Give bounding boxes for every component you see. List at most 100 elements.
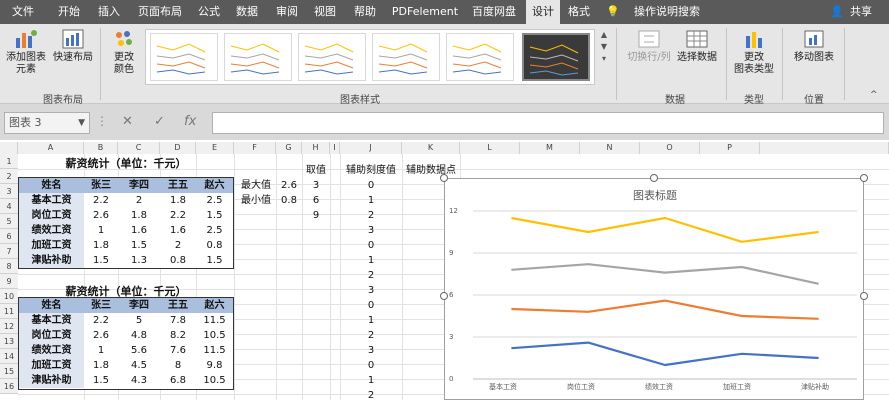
table1-header-name[interactable]: 姓名 [19,178,84,193]
table1-cell[interactable]: 1.8 [84,238,118,253]
take-header[interactable]: 取值 [302,163,330,178]
row-header[interactable]: 14 [0,349,18,364]
table2-cell[interactable]: 6.8 [160,373,196,388]
resize-handle[interactable] [860,174,868,182]
table2-cell[interactable]: 11.5 [196,313,233,328]
row-header[interactable]: 2 [0,169,18,184]
series-line-4[interactable] [511,216,819,243]
aux-scale-cell[interactable]: 1 [340,373,402,388]
tell-me-search[interactable]: 操作说明搜索 [622,0,712,24]
table2-row-label[interactable]: 绩效工资 [19,343,84,358]
min-label[interactable]: 最小值 [236,193,276,208]
take-cell[interactable]: 6 [302,193,330,208]
aux-scale-cell[interactable]: 2 [340,208,402,223]
table2-cell[interactable]: 10.5 [196,328,233,343]
table1-cell[interactable]: 2 [118,193,160,208]
table2-cell[interactable]: 2.6 [84,328,118,343]
column-header[interactable]: N [580,142,640,154]
column-header[interactable]: E [196,142,234,154]
aux-scale-cell[interactable]: 2 [340,268,402,283]
table1-header[interactable]: 李四 [118,178,160,193]
move-chart-button[interactable]: 移动图表 [788,28,840,64]
table2-header-name[interactable]: 姓名 [19,298,84,313]
quick-layout-button[interactable]: 快速布局 [50,28,96,64]
aux-scale-cell[interactable]: 3 [340,343,402,358]
chart-style-3[interactable] [298,33,366,81]
column-header[interactable]: G [276,142,302,154]
tab-page-layout[interactable]: 页面布局 [134,0,186,24]
tab-formulas[interactable]: 公式 [192,0,226,24]
chevron-up-icon[interactable]: ▲ [601,30,607,39]
switch-row-column-button[interactable]: 切换行/列 [622,28,676,64]
table2-header[interactable]: 赵六 [196,298,233,313]
aux-scale-cell[interactable]: 1 [340,313,402,328]
column-header[interactable]: M [520,142,580,154]
max-label[interactable]: 最大值 [236,178,276,193]
row-header[interactable]: 10 [0,289,18,304]
table1-cell[interactable]: 2.2 [160,208,196,223]
aux-scale-cell[interactable]: 0 [340,178,402,193]
table2-row-label[interactable]: 加班工资 [19,358,84,373]
table2-cell[interactable]: 5 [118,313,160,328]
tab-data[interactable]: 数据 [230,0,264,24]
row-header[interactable]: 6 [0,229,18,244]
table1-cell[interactable]: 1.5 [84,253,118,268]
table2-cell[interactable]: 11.5 [196,343,233,358]
resize-handle-icon[interactable]: ⋮ [96,114,108,128]
table2-cell[interactable]: 10.5 [196,373,233,388]
table1-row-label[interactable]: 岗位工资 [19,208,84,223]
row-header[interactable]: 12 [0,319,18,334]
aux-scale-cell[interactable]: 2 [340,388,402,403]
line-chart[interactable]: 图表标题 12 9 6 3 0 基本工资 岗位工资 绩效工资 加班工资 津贴补助 [444,178,864,400]
table2-header[interactable]: 张三 [84,298,118,313]
chart-style-2[interactable] [224,33,292,81]
row-header[interactable]: 15 [0,364,18,379]
aux-scale-cell[interactable]: 3 [340,283,402,298]
aux-scale-cell[interactable]: 1 [340,253,402,268]
chart-style-4[interactable] [372,33,440,81]
table1-header[interactable]: 张三 [84,178,118,193]
table1-cell[interactable]: 0.8 [160,253,196,268]
table1-title[interactable]: 薪资统计（单位：千元） [18,156,234,171]
column-header[interactable]: B [84,142,118,154]
row-header[interactable]: 3 [0,184,18,199]
tab-format[interactable]: 格式 [562,0,596,24]
table2-header[interactable]: 李四 [118,298,160,313]
series-line-1[interactable] [511,341,819,367]
chart-style-6[interactable] [522,33,590,81]
row-header[interactable]: 13 [0,334,18,349]
change-chart-type-button[interactable]: 更改 图表类型 [730,28,778,76]
table1-cell[interactable]: 1.3 [118,253,160,268]
column-header[interactable]: A [18,142,84,154]
table2-cell[interactable]: 7.8 [160,313,196,328]
row-header[interactable]: 5 [0,214,18,229]
collapse-ribbon-icon[interactable]: ^ [870,90,878,100]
table2-cell[interactable]: 4.3 [118,373,160,388]
aux-scale-cell[interactable]: 1 [340,193,402,208]
table2-row-label[interactable]: 津贴补助 [19,373,84,388]
column-header[interactable]: K [402,142,460,154]
series-line-3[interactable] [511,263,819,285]
select-data-button[interactable]: 选择数据 [674,28,720,64]
aux-scale-cell[interactable]: 0 [340,358,402,373]
aux-scale-cell[interactable]: 0 [340,238,402,253]
aux-scale-cell[interactable]: 3 [340,223,402,238]
table1-cell[interactable]: 1.5 [196,253,233,268]
table1-cell[interactable]: 1.5 [196,208,233,223]
row-header[interactable]: 7 [0,244,18,259]
column-header[interactable]: P [700,142,760,154]
tab-view[interactable]: 视图 [308,0,342,24]
row-header[interactable]: 8 [0,259,18,274]
table1-cell[interactable]: 2.6 [84,208,118,223]
table1-row-label[interactable]: 加班工资 [19,238,84,253]
tab-insert[interactable]: 插入 [92,0,126,24]
confirm-icon[interactable]: ✓ [154,114,165,129]
table2-cell[interactable]: 4.5 [118,358,160,373]
table1-cell[interactable]: 1 [84,223,118,238]
max-value[interactable]: 2.6 [276,178,302,193]
table2-cell[interactable]: 4.8 [118,328,160,343]
table2-row-label[interactable]: 岗位工资 [19,328,84,343]
name-box[interactable]: 图表 3 ▼ [4,112,90,134]
table2-cell[interactable]: 1 [84,343,118,358]
aux-scale-cell[interactable]: 0 [340,298,402,313]
